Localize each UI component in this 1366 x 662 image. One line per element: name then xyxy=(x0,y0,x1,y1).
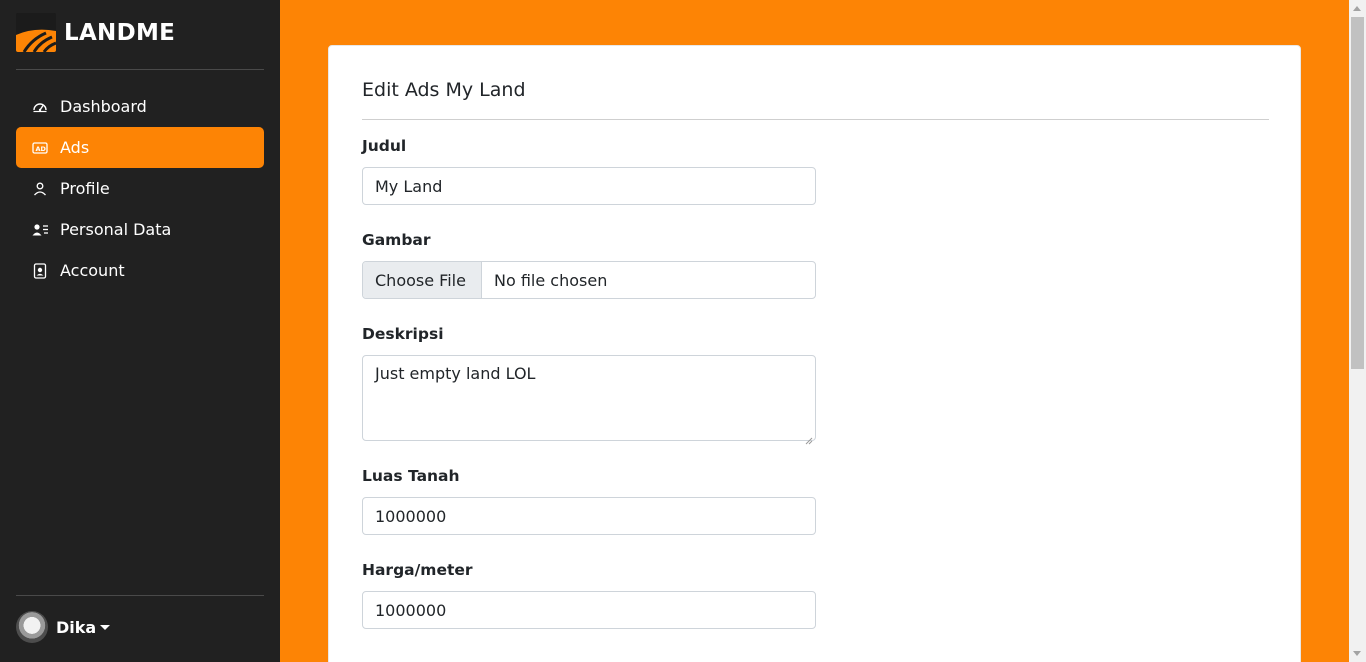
brand[interactable]: LANDME xyxy=(16,13,175,52)
page-title: Edit Ads My Land xyxy=(362,79,526,101)
ad-icon: AD xyxy=(32,140,48,156)
sidebar-item-label: Dashboard xyxy=(60,97,147,116)
harga-meter-label: Harga/meter xyxy=(362,561,473,579)
title-divider xyxy=(362,119,1269,120)
judul-label: Judul xyxy=(362,137,407,155)
speedometer-icon xyxy=(32,99,48,115)
caret-down-icon xyxy=(100,624,111,630)
page-scrollbar[interactable] xyxy=(1349,0,1366,662)
scroll-thumb[interactable] xyxy=(1351,17,1364,369)
harga-meter-input[interactable]: 1000000 xyxy=(362,591,816,629)
judul-value: My Land xyxy=(375,176,443,196)
sidebar-item-label: Personal Data xyxy=(60,220,172,239)
sidebar-item-ads[interactable]: AD Ads xyxy=(16,127,264,168)
sidebar-item-label: Profile xyxy=(60,179,110,198)
sidebar: LANDME Dashboard AD Ads Profile Personal… xyxy=(0,0,280,662)
brand-name: LANDME xyxy=(64,19,176,46)
gambar-label: Gambar xyxy=(362,231,431,249)
resize-grip-icon[interactable] xyxy=(805,430,813,445)
person-lines-icon xyxy=(32,222,48,238)
luas-tanah-input[interactable]: 1000000 xyxy=(362,497,816,535)
sidebar-item-account[interactable]: Account xyxy=(16,250,264,291)
edit-ad-card: Edit Ads My Land Judul My Land Gambar Ch… xyxy=(328,45,1301,662)
sidebar-item-label: Account xyxy=(60,261,125,280)
sidebar-item-profile[interactable]: Profile xyxy=(16,168,264,209)
scroll-up-icon[interactable] xyxy=(1353,6,1361,11)
luas-tanah-label: Luas Tanah xyxy=(362,467,460,485)
svg-text:AD: AD xyxy=(36,145,47,153)
deskripsi-value: Just empty land LOL xyxy=(375,364,536,383)
gambar-file-input[interactable]: Choose File No file chosen xyxy=(362,261,816,299)
harga-meter-value: 1000000 xyxy=(375,600,447,620)
scroll-down-icon[interactable] xyxy=(1353,651,1361,656)
person-icon xyxy=(32,181,48,197)
sidebar-divider-top xyxy=(16,69,264,70)
luas-tanah-value: 1000000 xyxy=(375,506,447,526)
deskripsi-label: Deskripsi xyxy=(362,325,444,343)
sidebar-item-personal-data[interactable]: Personal Data xyxy=(16,209,264,250)
deskripsi-textarea[interactable]: Just empty land LOL xyxy=(362,355,816,445)
avatar xyxy=(16,611,48,643)
sidebar-item-dashboard[interactable]: Dashboard xyxy=(16,86,264,127)
file-status: No file chosen xyxy=(494,270,608,290)
choose-file-button[interactable]: Choose File xyxy=(363,262,482,298)
sidebar-nav: Dashboard AD Ads Profile Personal Data A… xyxy=(16,86,264,291)
user-name: Dika xyxy=(56,617,97,637)
judul-input[interactable]: My Land xyxy=(362,167,816,205)
landme-logo-icon xyxy=(16,13,56,52)
person-badge-icon xyxy=(32,262,48,279)
user-menu[interactable]: Dika xyxy=(16,611,111,643)
sidebar-item-label: Ads xyxy=(60,138,90,157)
sidebar-divider-bottom xyxy=(16,595,264,596)
